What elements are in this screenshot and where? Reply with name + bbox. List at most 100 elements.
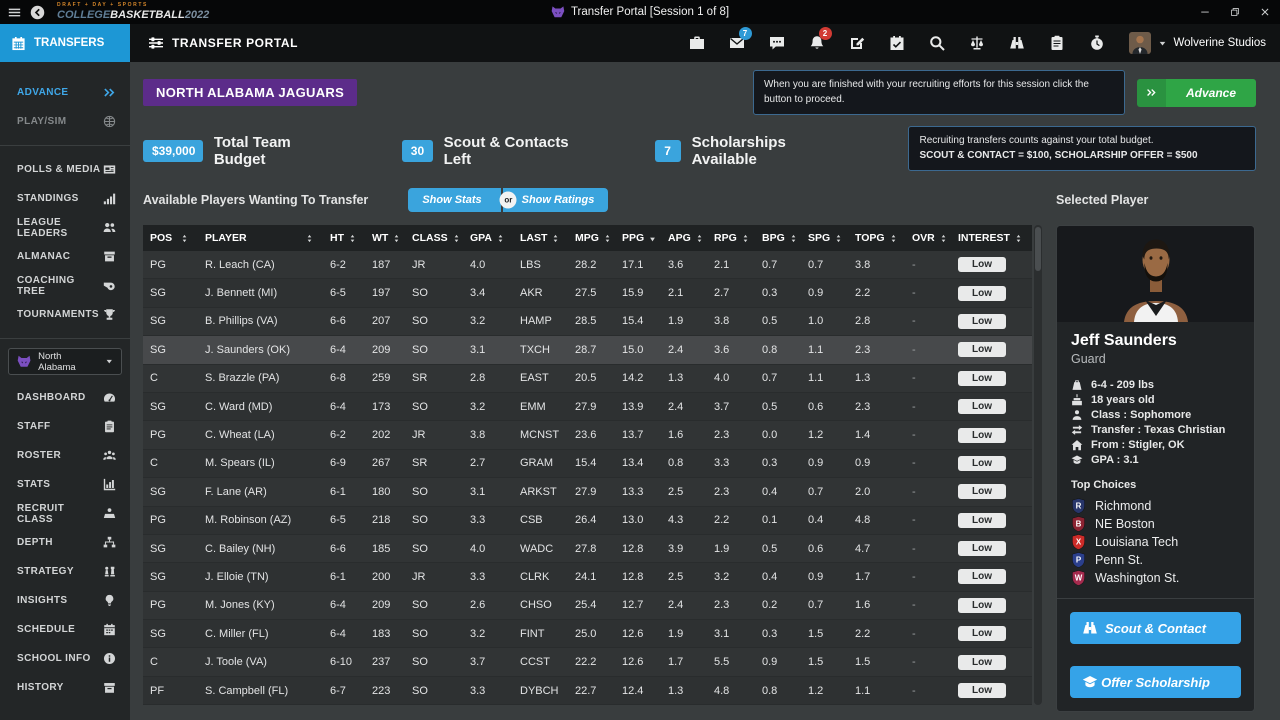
sidebar-item[interactable]: ALMANAC	[0, 242, 130, 271]
offer-scholarship-button[interactable]: Offer Scholarship	[1070, 666, 1241, 698]
toolbar-icon-button[interactable]	[997, 24, 1037, 62]
column-header[interactable]: APG	[661, 225, 707, 251]
sidebar-item[interactable]: STAFF	[0, 412, 130, 441]
column-header[interactable]: RPG	[707, 225, 755, 251]
column-header[interactable]: LAST	[513, 225, 568, 251]
toolbar-icon-button[interactable]	[957, 24, 997, 62]
interest-button[interactable]: Low	[958, 626, 1006, 641]
tab-transfers[interactable]: TRANSFERS	[0, 24, 130, 62]
advance-button[interactable]: Advance	[1137, 79, 1256, 107]
column-header[interactable]: CLASS	[405, 225, 463, 251]
sidebar-item[interactable]: INSIGHTS	[0, 586, 130, 615]
sidebar-item[interactable]: DEPTH	[0, 528, 130, 557]
hamburger-menu-icon[interactable]	[8, 6, 21, 19]
scrollbar-thumb[interactable]	[1035, 227, 1041, 271]
column-header[interactable]: TOPG	[848, 225, 905, 251]
table-scrollbar[interactable]	[1034, 225, 1042, 705]
interest-button[interactable]: Low	[958, 257, 1006, 272]
show-stats-button[interactable]: Show Stats	[408, 188, 500, 212]
interest-button[interactable]: Low	[958, 655, 1006, 670]
toolbar-icon-button[interactable]	[677, 24, 717, 62]
interest-button[interactable]: Low	[958, 484, 1006, 499]
back-icon[interactable]	[30, 5, 45, 20]
maximize-button[interactable]	[1220, 0, 1250, 24]
interest-button[interactable]: Low	[958, 513, 1006, 528]
table-row[interactable]: PG M. Jones (KY) 6-4 209 SO 2.6 CHSO 25.…	[143, 592, 1032, 620]
sidebar-item[interactable]: TOURNAMENTS	[0, 300, 130, 329]
column-header[interactable]: POS	[143, 225, 198, 251]
interest-button[interactable]: Low	[958, 541, 1006, 556]
column-header[interactable]: SPG	[801, 225, 848, 251]
table-row[interactable]: SG J. Saunders (OK) 6-4 209 SO 3.1 TXCH …	[143, 336, 1032, 364]
toolbar-icon-button[interactable]	[1037, 24, 1077, 62]
table-row[interactable]: SG B. Phillips (VA) 6-6 207 SO 3.2 HAMP …	[143, 308, 1032, 336]
sidebar-item[interactable]: RECRUIT CLASS	[0, 499, 130, 528]
team-select-dropdown[interactable]: North Alabama	[8, 348, 122, 375]
interest-button[interactable]: Low	[958, 371, 1006, 386]
toolbar-icon-button[interactable]	[757, 24, 797, 62]
column-header[interactable]: PLAYER	[198, 225, 323, 251]
sidebar-item[interactable]: HISTORY	[0, 673, 130, 702]
sort-icon	[452, 233, 461, 244]
table-row[interactable]: C M. Spears (IL) 6-9 267 SR 2.7 GRAM 15.…	[143, 450, 1032, 478]
table-row[interactable]: SG J. Elloie (TN) 6-1 200 JR 3.3 CLRK 24…	[143, 563, 1032, 591]
sidebar-item[interactable]: COACHING TREE	[0, 271, 130, 300]
toolbar-icon-button[interactable]	[917, 24, 957, 62]
whistle-icon	[103, 279, 116, 292]
minimize-button[interactable]	[1190, 0, 1220, 24]
sidebar-item[interactable]: ROSTER	[0, 441, 130, 470]
close-button[interactable]	[1250, 0, 1280, 24]
interest-button[interactable]: Low	[958, 286, 1006, 301]
sidebar-item[interactable]: STATS	[0, 470, 130, 499]
table-row[interactable]: SG J. Bennett (MI) 6-5 197 SO 3.4 AKR 27…	[143, 279, 1032, 307]
sidebar-item[interactable]: PLAY/SIM	[0, 107, 130, 136]
table-row[interactable]: SG C. Ward (MD) 6-4 173 SO 3.2 EMM 27.9 …	[143, 393, 1032, 421]
toolbar-icon-button[interactable]	[837, 24, 877, 62]
interest-button[interactable]: Low	[958, 428, 1006, 443]
user-menu[interactable]: Wolverine Studios	[1129, 32, 1266, 54]
table-row[interactable]: C J. Toole (VA) 6-10 237 SO 3.7 CCST 22.…	[143, 648, 1032, 676]
toolbar-icon-button[interactable]: 2	[797, 24, 837, 62]
scout-contact-button[interactable]: Scout & Contact	[1070, 612, 1241, 644]
table-row[interactable]: PG C. Wheat (LA) 6-2 202 JR 3.8 MCNST 23…	[143, 421, 1032, 449]
table-row[interactable]: SG F. Lane (AR) 6-1 180 SO 3.1 ARKST 27.…	[143, 478, 1032, 506]
table-row[interactable]: SG C. Bailey (NH) 6-6 185 SO 4.0 WADC 27…	[143, 535, 1032, 563]
calendar-check-icon	[889, 35, 905, 51]
interest-button[interactable]: Low	[958, 456, 1006, 471]
table-row[interactable]: SG C. Miller (FL) 6-4 183 SO 3.2 FINT 25…	[143, 620, 1032, 648]
sidebar-item[interactable]: POLLS & MEDIA	[0, 155, 130, 184]
toolbar-icon-button[interactable]: 7	[717, 24, 757, 62]
interest-button[interactable]: Low	[958, 598, 1006, 613]
table-row[interactable]: PG M. Robinson (AZ) 6-5 218 SO 3.3 CSB 2…	[143, 507, 1032, 535]
interest-button[interactable]: Low	[958, 399, 1006, 414]
toolbar-icon-button[interactable]	[877, 24, 917, 62]
column-header[interactable]: PPG	[615, 225, 661, 251]
column-header[interactable]: BPG	[755, 225, 801, 251]
interest-button[interactable]: Low	[958, 314, 1006, 329]
interest-button[interactable]: Low	[958, 342, 1006, 357]
column-header[interactable]: WT	[365, 225, 405, 251]
interest-button[interactable]: Low	[958, 683, 1006, 698]
person-icon	[1071, 409, 1083, 421]
column-header[interactable]: INTEREST	[951, 225, 1032, 251]
interest-button[interactable]: Low	[958, 569, 1006, 584]
column-header[interactable]: OVR	[905, 225, 951, 251]
column-header[interactable]: HT	[323, 225, 365, 251]
table-row[interactable]: PF S. Campbell (FL) 6-7 223 SO 3.3 DYBCH…	[143, 677, 1032, 705]
sidebar-item[interactable]: STRATEGY	[0, 557, 130, 586]
player-detail: From : Stigler, OK	[1071, 439, 1240, 451]
column-header[interactable]: MPG	[568, 225, 615, 251]
svg-text:P: P	[1076, 556, 1082, 565]
sidebar-item[interactable]: ADVANCE	[0, 78, 130, 107]
toolbar-icon-button[interactable]	[1077, 24, 1117, 62]
sidebar-item[interactable]: SCHEDULE	[0, 615, 130, 644]
table-row[interactable]: C S. Brazzle (PA) 6-8 259 SR 2.8 EAST 20…	[143, 365, 1032, 393]
column-header[interactable]: GPA	[463, 225, 513, 251]
sidebar-item[interactable]: DASHBOARD	[0, 383, 130, 412]
sidebar-item[interactable]: STANDINGS	[0, 184, 130, 213]
sidebar-item[interactable]: LEAGUE LEADERS	[0, 213, 130, 242]
sidebar-item[interactable]: SCHOOL INFO	[0, 644, 130, 673]
show-ratings-button[interactable]: Show Ratings	[503, 188, 609, 212]
divider	[0, 338, 130, 339]
table-row[interactable]: PG R. Leach (CA) 6-2 187 JR 4.0 LBS 28.2…	[143, 251, 1032, 279]
